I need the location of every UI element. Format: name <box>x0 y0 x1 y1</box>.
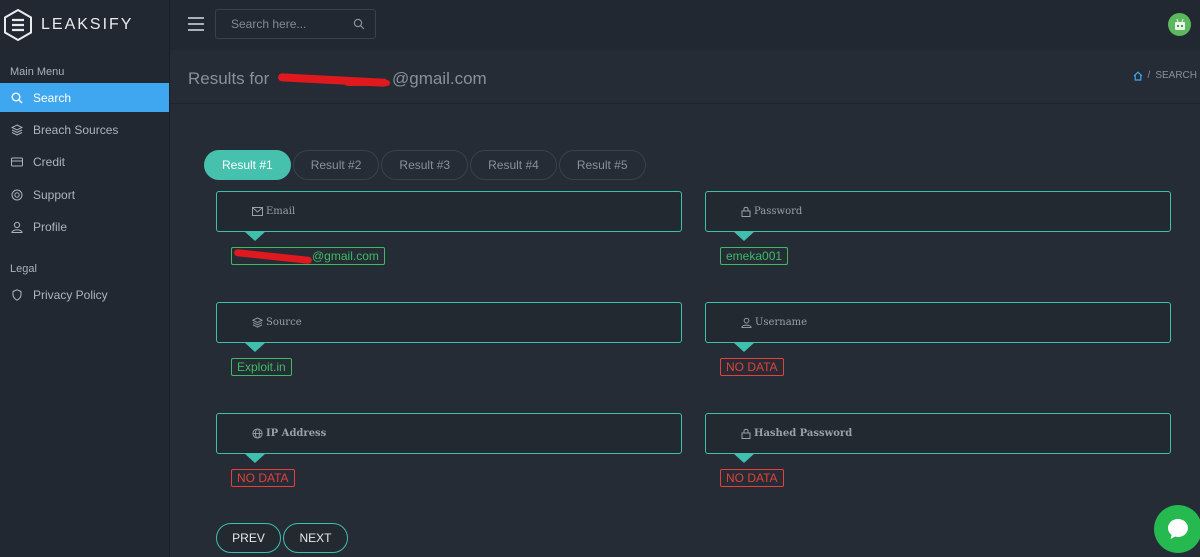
search-icon[interactable] <box>353 18 365 30</box>
source-field: Source Exploit.in <box>216 302 682 376</box>
pointer-arrow <box>244 342 266 352</box>
lock-icon <box>741 428 751 439</box>
field-label: Email <box>266 206 296 217</box>
sidebar-item-privacy-policy[interactable]: Privacy Policy <box>0 280 169 309</box>
pointer-arrow <box>244 231 266 241</box>
pointer-arrow <box>244 453 266 463</box>
redaction-mark <box>345 80 390 86</box>
avatar[interactable] <box>1168 13 1191 36</box>
layers-icon <box>10 123 24 137</box>
main-menu-heading: Main Menu <box>10 66 65 78</box>
topbar <box>170 0 1200 50</box>
leaksify-logo-icon <box>4 9 32 41</box>
field-header: Password <box>705 191 1171 232</box>
breadcrumb-separator: / <box>1147 70 1151 81</box>
sidebar: LEAKSIFY Main Menu Search Breach Sources… <box>0 0 170 557</box>
hashed-password-field: Hashed Password NO DATA <box>705 413 1171 487</box>
sidebar-item-label: Credit <box>33 154 66 169</box>
page-title-prefix: Results for <box>188 69 274 88</box>
tab-result-5[interactable]: Result #5 <box>558 150 646 180</box>
username-field: Username NO DATA <box>705 302 1171 376</box>
brand-name: LEAKSIFY <box>41 16 134 33</box>
sidebar-item-breach-sources[interactable]: Breach Sources <box>0 115 169 144</box>
sidebar-item-label: Search <box>33 90 72 105</box>
field-label: Hashed Password <box>754 428 853 439</box>
hashed-password-value: NO DATA <box>720 469 784 487</box>
prev-button[interactable]: PREV <box>216 523 281 553</box>
layers-icon <box>252 317 263 328</box>
lock-icon <box>741 206 751 217</box>
legal-heading: Legal <box>10 263 37 275</box>
credit-card-icon <box>10 155 24 169</box>
field-header: Source <box>216 302 682 343</box>
tab-result-2[interactable]: Result #2 <box>292 150 380 180</box>
user-icon <box>10 220 24 234</box>
username-value: NO DATA <box>720 358 784 376</box>
pointer-arrow <box>733 342 755 352</box>
password-field: Password emeka001 <box>705 191 1171 265</box>
home-icon[interactable] <box>1133 70 1143 81</box>
field-label: Source <box>266 317 302 328</box>
search-input[interactable] <box>216 10 346 38</box>
password-value: emeka001 <box>720 247 789 265</box>
search-icon <box>10 91 24 105</box>
email-field: Email @gmail.com <box>216 191 682 265</box>
ip-address-value: NO DATA <box>231 469 295 487</box>
user-icon <box>741 317 752 328</box>
main-content: Results for @gmail.com / SEARCH Result #… <box>170 50 1200 557</box>
field-label: Username <box>755 317 808 328</box>
page-title-suffix: @gmail.com <box>391 69 487 88</box>
ip-address-field: IP Address NO DATA <box>216 413 682 487</box>
field-value-text: @gmail.com <box>312 249 379 263</box>
globe-icon <box>252 428 263 439</box>
sidebar-item-label: Breach Sources <box>33 122 119 137</box>
brand-logo[interactable]: LEAKSIFY <box>3 8 133 42</box>
field-header: Hashed Password <box>705 413 1171 454</box>
life-buoy-icon <box>10 188 24 202</box>
menu-toggle-icon[interactable] <box>188 17 204 31</box>
chat-widget-button[interactable] <box>1154 505 1200 553</box>
sidebar-item-profile[interactable]: Profile <box>0 212 169 241</box>
sidebar-item-search[interactable]: Search <box>0 83 169 112</box>
shield-icon <box>10 288 24 302</box>
field-label: Password <box>754 206 803 217</box>
source-value: Exploit.in <box>231 358 292 376</box>
pointer-arrow <box>733 453 755 463</box>
robot-avatar-icon <box>1174 18 1185 30</box>
breadcrumb: / SEARCH <box>1133 70 1197 81</box>
page-header: Results for @gmail.com / SEARCH <box>170 50 1200 104</box>
search-box <box>215 9 376 39</box>
tab-result-4[interactable]: Result #4 <box>470 150 557 180</box>
field-header: Email <box>216 191 682 232</box>
breadcrumb-current: SEARCH <box>1155 70 1197 81</box>
field-header: Username <box>705 302 1171 343</box>
sidebar-item-label: Privacy Policy <box>33 287 108 302</box>
field-header: IP Address <box>216 413 682 454</box>
field-label: IP Address <box>266 428 327 439</box>
pagination: PREV NEXT <box>216 523 348 553</box>
chat-bubble-icon <box>1168 519 1188 539</box>
sidebar-item-label: Profile <box>33 219 68 234</box>
redaction-mark <box>233 248 313 265</box>
mail-icon <box>252 207 263 216</box>
sidebar-item-label: Support <box>33 187 76 202</box>
pointer-arrow <box>733 231 755 241</box>
result-tabs: Result #1 Result #2 Result #3 Result #4 … <box>204 150 646 180</box>
sidebar-item-support[interactable]: Support <box>0 180 169 209</box>
email-value: @gmail.com <box>231 247 385 265</box>
tab-result-3[interactable]: Result #3 <box>381 150 469 180</box>
tab-result-1[interactable]: Result #1 <box>204 150 291 180</box>
next-button[interactable]: NEXT <box>283 523 348 553</box>
sidebar-item-credit[interactable]: Credit <box>0 147 169 176</box>
